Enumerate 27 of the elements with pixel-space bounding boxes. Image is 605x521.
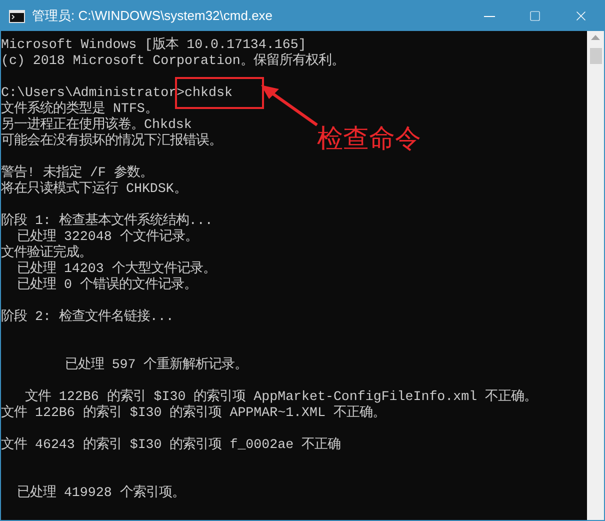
console-line: 另一进程正在使用该卷。Chkdsk bbox=[1, 117, 192, 133]
scroll-thumb[interactable] bbox=[590, 48, 602, 64]
console-line: 文件 122B6 的索引 $I30 的索引项 AppMarket-ConfigFileInfo.xml 不正确。 bbox=[24, 389, 538, 404]
console-line: Microsoft Windows [版本 10.0.17134.165] bbox=[1, 37, 306, 53]
console-line: 已处理 419928 个索引项。 bbox=[16, 485, 185, 501]
console-line: 阶段 2: 检查文件名链接... bbox=[1, 309, 174, 325]
maximize-icon bbox=[529, 10, 541, 22]
console-line: 将在只读模式下运行 CHKDSK。 bbox=[1, 181, 187, 197]
console-icon bbox=[9, 10, 25, 22]
console-line: 可能会在没有损坏的情况下汇报错误。 bbox=[1, 133, 222, 149]
console-line: 文件验证完成。 bbox=[1, 245, 92, 260]
arrow bbox=[259, 83, 319, 127]
console-line: 已处理 0 个错误的文件记录。 bbox=[16, 277, 197, 293]
console-line: 阶段 1: 检查基本文件系统结构... bbox=[1, 213, 213, 228]
scroll-up-icon bbox=[591, 35, 600, 40]
console-line: 文件系统的类型是 NTFS。 bbox=[1, 101, 158, 116]
annotation-label: 检查命令 bbox=[317, 123, 421, 155]
console-line: 警告! 未指定 /F 参数。 bbox=[1, 165, 153, 181]
console-line: (c) 2018 Microsoft Corporation。保留所有权利。 bbox=[1, 53, 344, 69]
command-prompt: C:\Users\Administrator bbox=[1, 85, 177, 100]
window-title: 管理员: C:\WINDOWS\system32\cmd.exe bbox=[32, 7, 273, 26]
console-line: 已处理 14203 个大型文件记录。 bbox=[16, 261, 216, 276]
command-text: >chkdsk bbox=[176, 79, 262, 107]
console-line: 已处理 597 个重新解析记录。 bbox=[64, 357, 248, 373]
console-line: 文件 46243 的索引 $I30 的索引项 f_0002ae 不正确 bbox=[1, 437, 341, 453]
console-line: 文件 122B6 的索引 $I30 的索引项 APPMAR~1.XML 不正确。 bbox=[1, 405, 386, 421]
console-line: 已处理 322048 个文件记录。 bbox=[16, 229, 198, 244]
